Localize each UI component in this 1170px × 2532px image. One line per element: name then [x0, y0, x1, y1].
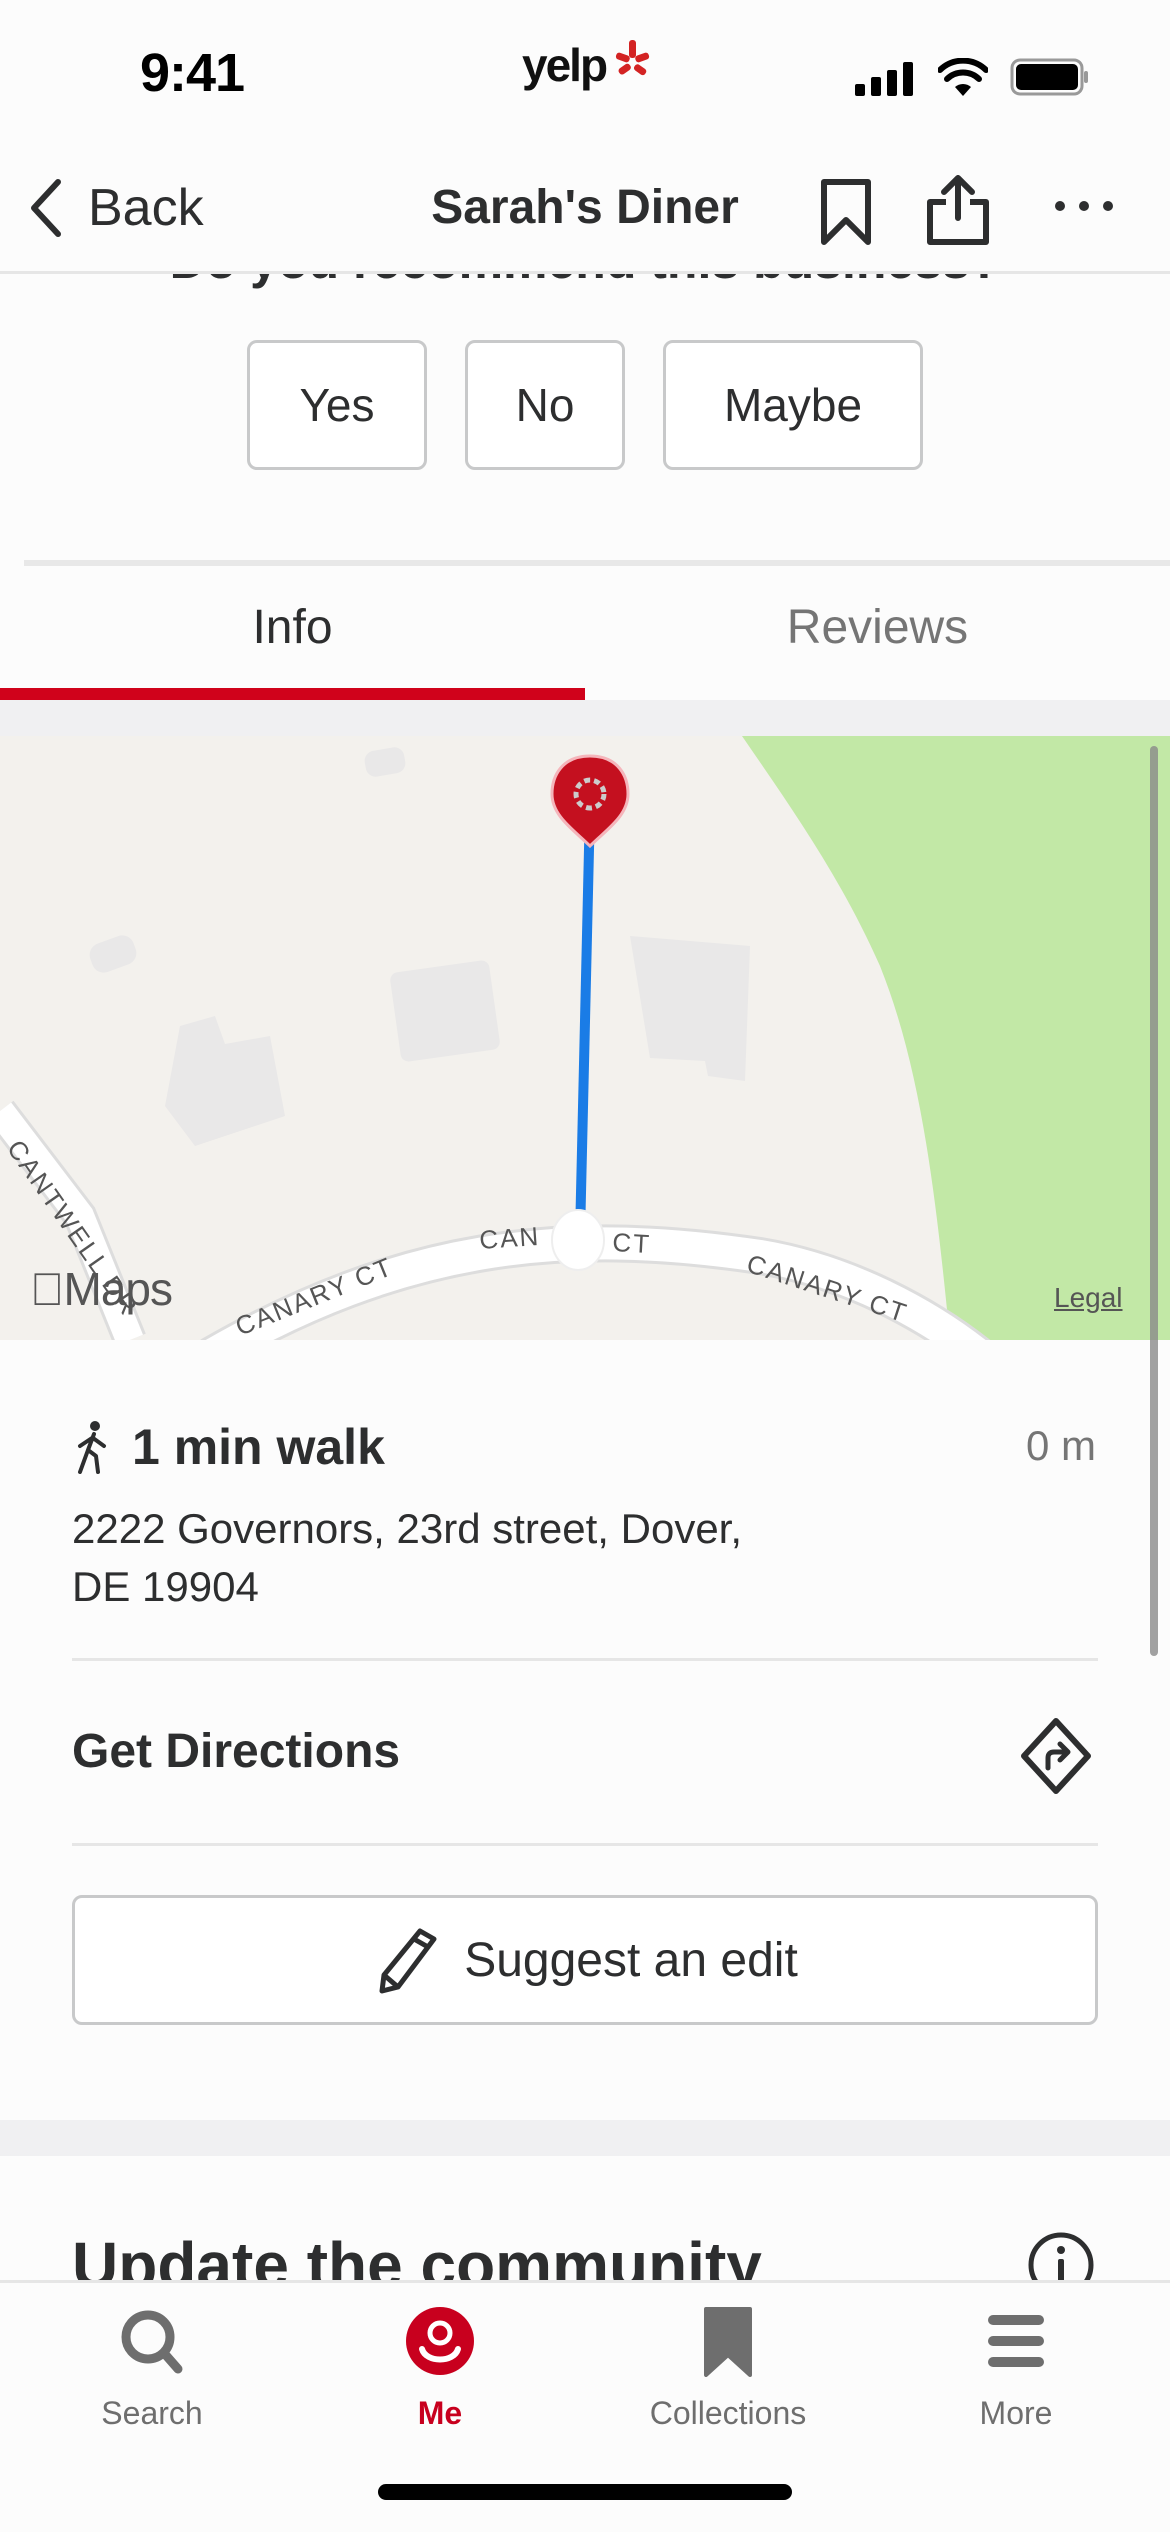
walking-route: [575, 805, 595, 1237]
tabbar-collections-label: Collections: [649, 2395, 807, 2431]
profile-icon: [406, 2307, 474, 2375]
section-divider: [24, 560, 1170, 566]
divider: [72, 1843, 1098, 1846]
street-label: CT: [612, 1227, 652, 1259]
tab-reviews[interactable]: Reviews: [585, 600, 1170, 655]
tabbar-more-label: More: [979, 2395, 1053, 2431]
tab-info[interactable]: Info: [0, 600, 585, 655]
yelp-burst-icon: [615, 40, 650, 76]
address-line-2: DE 19904: [72, 1563, 259, 1610]
address-line-1: 2222 Governors, 23rd street, Dover,: [72, 1505, 743, 1552]
page-title: Sarah's Diner: [0, 180, 1170, 235]
legal-link[interactable]: Legal: [1054, 1282, 1123, 1314]
suggest-edit-button[interactable]: Suggest an edit: [72, 1895, 1098, 2025]
search-icon: [121, 2310, 183, 2374]
section-spacer: [0, 2120, 1170, 2156]
section-spacer: [0, 700, 1170, 736]
tabbar-me-label: Me: [417, 2395, 463, 2431]
buildings: [89, 747, 750, 1146]
maybe-button[interactable]: Maybe: [663, 340, 923, 470]
address[interactable]: 2222 Governors, 23rd street, Dover, DE 1…: [72, 1500, 892, 1616]
cellular-signal-icon: [855, 62, 913, 96]
share-icon[interactable]: [924, 172, 992, 248]
page-title-text: Sarah's Diner: [431, 181, 739, 234]
tabbar-me[interactable]: Me: [320, 2305, 560, 2432]
screen: 9:41 yelp Do you recommend this business…: [0, 0, 1170, 2532]
walk-time: 1 min walk: [132, 1419, 385, 1475]
bookmark-icon[interactable]: [818, 176, 874, 248]
map-canvas: CANARY CT CAN CT CANARY CT CANTWELL DR: [0, 736, 1170, 1340]
bookmark-icon: [704, 2307, 752, 2377]
wifi-icon: [938, 58, 988, 96]
apple-logo-icon: : [30, 1263, 64, 1315]
directions-icon[interactable]: [1018, 1716, 1094, 1796]
no-button[interactable]: No: [465, 340, 625, 470]
map-view[interactable]: CANARY CT CAN CT CANARY CT CANTWELL DR: [0, 736, 1170, 1340]
current-location-dot: [551, 1209, 605, 1271]
status-time: 9:41: [140, 43, 245, 103]
divider: [72, 1658, 1098, 1661]
active-tab-indicator: [0, 688, 585, 700]
tabbar-search-label: Search: [101, 2395, 203, 2431]
home-indicator[interactable]: [378, 2484, 792, 2500]
scrollbar[interactable]: [1150, 746, 1158, 1656]
get-directions-button[interactable]: Get Directions: [72, 1724, 400, 1779]
pencil-icon: [379, 1928, 437, 1994]
more-icon[interactable]: [1052, 196, 1116, 216]
yelp-pin-icon: [550, 754, 630, 849]
street-label: CAN: [478, 1221, 541, 1255]
tabbar-collections[interactable]: Collections: [608, 2305, 848, 2432]
yes-button[interactable]: Yes: [247, 340, 427, 470]
menu-icon: [988, 2315, 1044, 2367]
tabbar-more[interactable]: More: [896, 2305, 1136, 2432]
distance: 0 m: [1025, 1422, 1096, 1469]
suggest-edit-label: Suggest an edit: [464, 1933, 798, 1987]
maps-label: Maps: [30, 1263, 173, 1315]
tabbar-search[interactable]: Search: [32, 2305, 272, 2432]
walking-icon: [78, 1421, 106, 1474]
battery-icon: [1010, 58, 1088, 96]
yelp-logo: yelp: [522, 39, 608, 91]
apple-maps-attribution: Maps: [30, 1262, 173, 1316]
